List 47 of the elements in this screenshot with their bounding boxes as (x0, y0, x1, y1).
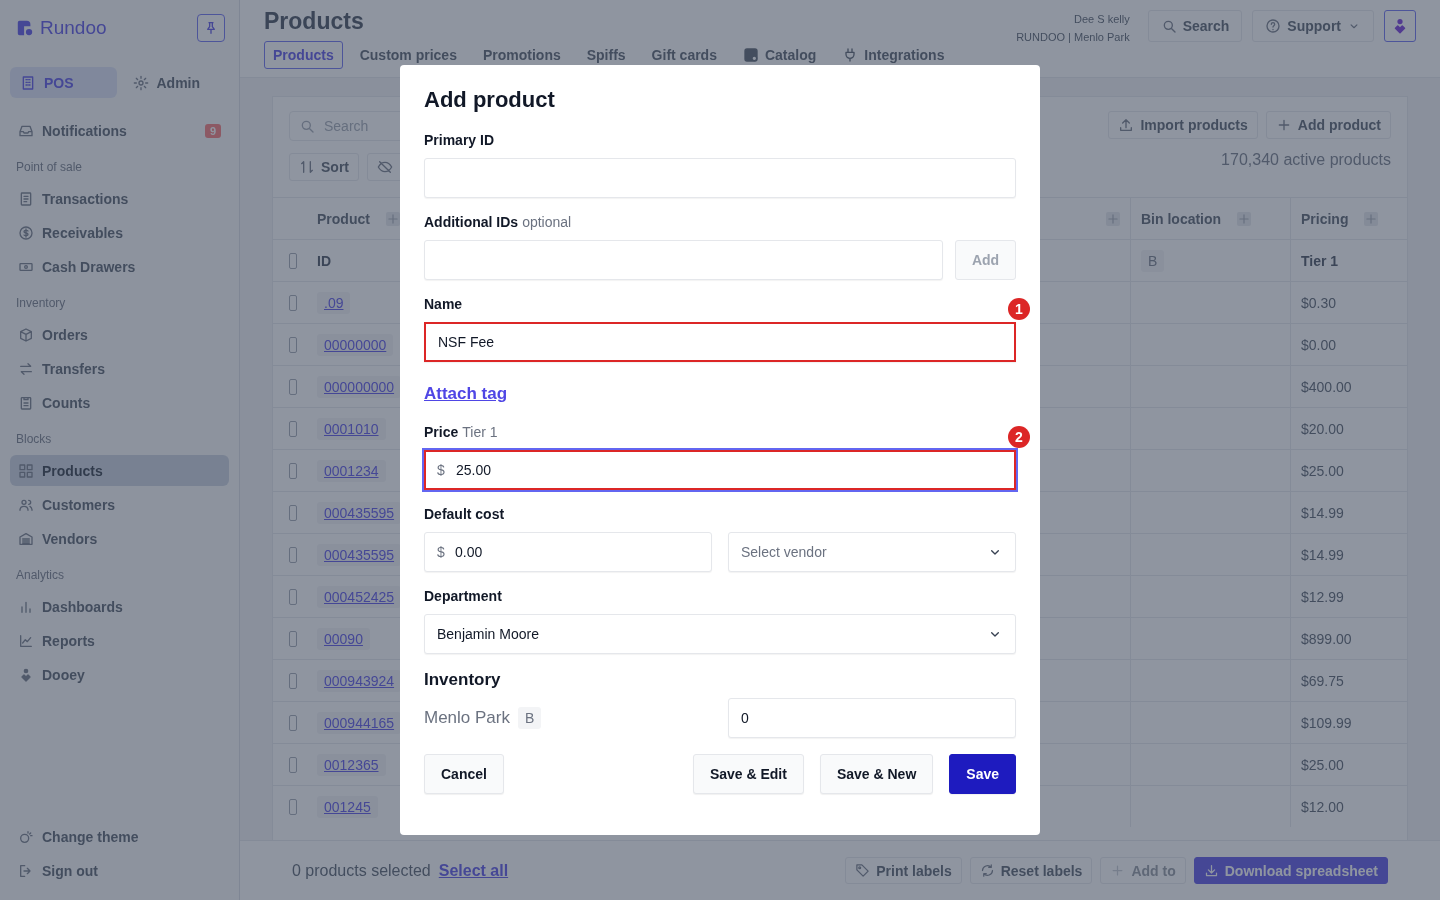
price-cell: $899.00 (1301, 630, 1352, 647)
section-heading: Point of sale (15, 160, 84, 174)
field-label: Default cost (424, 506, 505, 522)
notification-count: 9 (204, 123, 221, 138)
price-cell: $12.99 (1301, 588, 1344, 605)
currency-symbol: $ (437, 462, 445, 478)
column-subheader: ID (317, 252, 331, 269)
section-heading: Blocks (15, 432, 53, 446)
selection-count: 0 products selected (292, 861, 431, 880)
field-label: Additional IDs (424, 214, 519, 230)
field-label: Department (424, 588, 502, 604)
currency-symbol: $ (437, 544, 445, 560)
tier-label: Tier 1 (1301, 252, 1339, 269)
page-title: Products (264, 8, 365, 35)
field-label: Primary ID (424, 132, 495, 148)
price-cell: $12.00 (1301, 798, 1344, 815)
field-label: Price (424, 424, 459, 440)
bin-chip: B (1141, 249, 1165, 272)
section-heading: Analytics (15, 568, 66, 582)
section-heading: Inventory (424, 670, 502, 690)
location-name: Menlo Park (424, 708, 510, 728)
column-header: Product (317, 210, 370, 227)
price-cell: $0.30 (1301, 294, 1337, 311)
nav-label: Notifications (42, 122, 127, 139)
price-cell: $14.99 (1301, 504, 1344, 521)
price-cell: $109.99 (1301, 714, 1352, 731)
annotation-marker: 2 (1008, 426, 1030, 448)
column-header: Pricing (1301, 210, 1349, 227)
user-name: Dee S kelly (1073, 12, 1130, 27)
bin-chip: B (518, 707, 542, 729)
price-cell: $25.00 (1301, 756, 1344, 773)
price-cell: $69.75 (1301, 672, 1344, 689)
field-hint: Tier 1 (462, 424, 498, 440)
field-label: Name (424, 296, 463, 312)
price-cell: $0.00 (1301, 336, 1337, 353)
column-header: Bin location (1141, 210, 1222, 227)
logo-text: Rundoo (40, 17, 107, 39)
product-count: 170,340 active products (1221, 151, 1391, 169)
price-cell: $14.99 (1301, 546, 1344, 563)
store-name: RUNDOO | Menlo Park (1016, 30, 1130, 45)
annotation-marker: 1 (1008, 298, 1030, 320)
field-hint: optional (522, 214, 572, 230)
price-cell: $400.00 (1301, 378, 1352, 395)
price-cell: $25.00 (1301, 462, 1344, 479)
price-cell: $20.00 (1301, 420, 1344, 437)
section-heading: Inventory (15, 296, 67, 310)
dialog-title: Add product (424, 87, 556, 113)
